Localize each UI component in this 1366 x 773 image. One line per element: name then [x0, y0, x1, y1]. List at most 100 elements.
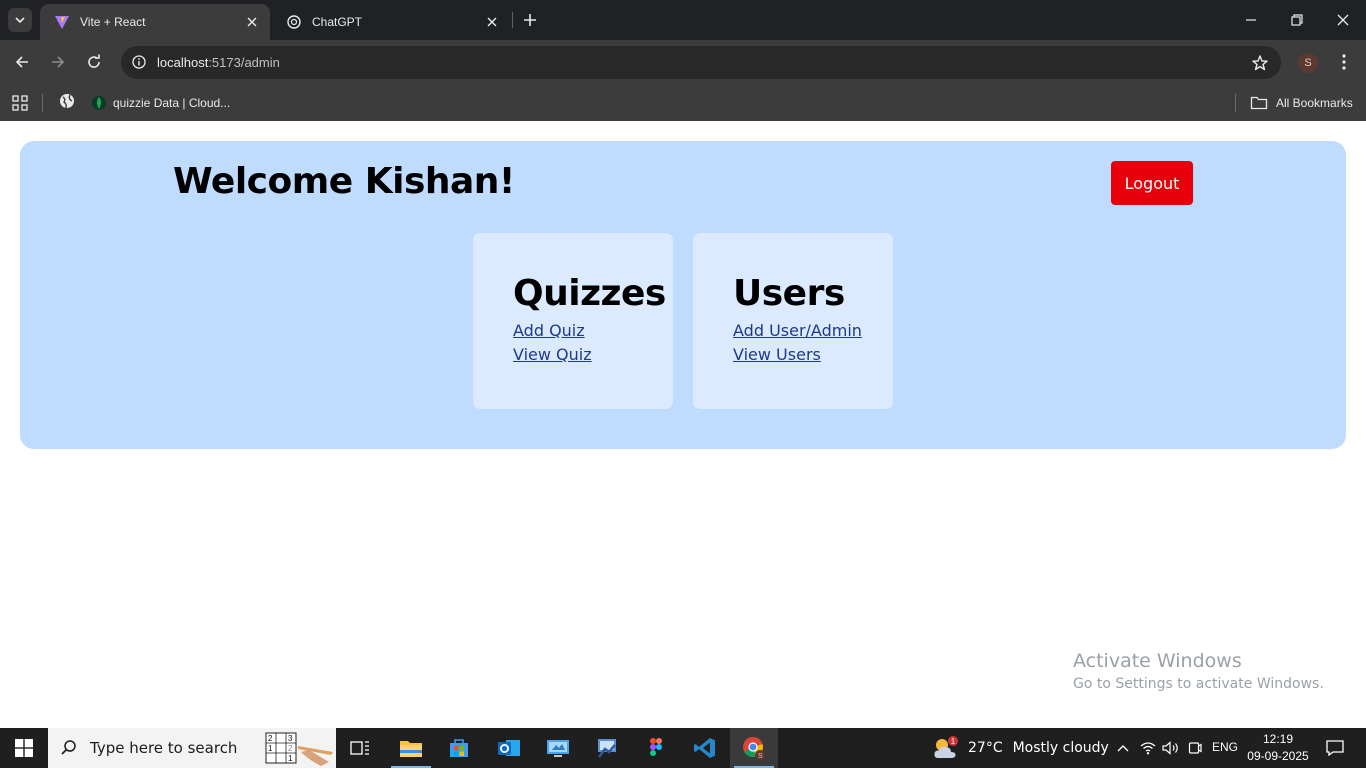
browser-toolbar: localhost:5173/admin S	[0, 40, 1366, 85]
new-tab-button[interactable]	[518, 8, 542, 32]
reload-button[interactable]	[80, 48, 108, 76]
logout-button[interactable]: Logout	[1111, 161, 1193, 205]
svg-text:1: 1	[268, 744, 273, 753]
show-hidden-icons-button[interactable]	[1113, 728, 1133, 768]
address-bar[interactable]: localhost:5173/admin	[121, 46, 1281, 79]
clock-date: 09-09-2025	[1247, 749, 1309, 763]
more-vertical-icon	[1342, 54, 1346, 70]
apps-grid-icon[interactable]	[11, 94, 29, 112]
chatgpt-logo-icon	[286, 14, 302, 30]
weather-widget[interactable]: 1 27°C Mostly cloudy	[932, 728, 1109, 768]
add-quiz-link[interactable]: Add Quiz	[513, 319, 673, 343]
chevron-up-icon	[1117, 745, 1129, 752]
figma-button[interactable]	[632, 728, 680, 768]
vite-logo-icon	[54, 14, 70, 30]
tab-search-button[interactable]	[8, 8, 32, 32]
volume-button[interactable]	[1160, 728, 1182, 768]
network-button[interactable]	[1138, 728, 1158, 768]
chrome-menu-button[interactable]	[1333, 50, 1355, 74]
admin-dashboard-panel: Welcome Kishan! Logout Quizzes Add Quiz …	[20, 141, 1346, 449]
add-user-admin-link[interactable]: Add User/Admin	[733, 319, 893, 343]
windows-taskbar: Type here to search 2 3 1 2 1 S 1 27°C M…	[0, 728, 1366, 768]
vscode-button[interactable]	[681, 728, 729, 768]
device-icon	[1188, 742, 1202, 754]
watermark-title: Activate Windows	[1073, 650, 1242, 672]
plus-icon	[524, 14, 536, 26]
svg-text:2: 2	[288, 744, 293, 753]
tab-title: Vite + React	[80, 15, 146, 29]
reload-icon	[88, 54, 100, 68]
bookmark-quizzie-data[interactable]: quizzie Data | Cloud...	[88, 89, 234, 117]
close-icon[interactable]	[484, 14, 500, 30]
speaker-icon	[1162, 741, 1178, 755]
card-title: Quizzes	[513, 273, 666, 314]
bookmark-star-icon[interactable]	[1251, 54, 1269, 72]
minimize-button[interactable]	[1228, 0, 1274, 40]
minimize-icon	[1246, 19, 1256, 21]
bookmark-label: quizzie Data | Cloud...	[113, 96, 231, 110]
close-window-button[interactable]	[1320, 0, 1366, 40]
sudoku-search-highlight-icon: 2 3 1 2 1	[265, 732, 333, 766]
meet-now-button[interactable]	[1185, 728, 1205, 768]
profile-avatar[interactable]: S	[1298, 53, 1318, 73]
svg-text:3: 3	[288, 734, 293, 743]
control-panel-icon	[598, 739, 616, 758]
search-placeholder: Type here to search	[90, 739, 238, 757]
weather-temperature: 27°C	[968, 740, 1003, 756]
close-icon	[1337, 14, 1349, 26]
search-icon	[61, 740, 76, 755]
chrome-icon: S	[743, 737, 765, 760]
svg-text:S: S	[758, 753, 763, 760]
view-users-link[interactable]: View Users	[733, 343, 893, 367]
action-center-button[interactable]	[1320, 728, 1350, 768]
tab-chatgpt[interactable]: ChatGPT	[272, 4, 510, 40]
outlook-button[interactable]	[485, 728, 533, 768]
tab-vite-react[interactable]: Vite + React	[40, 4, 270, 40]
start-button[interactable]	[0, 728, 48, 768]
wifi-icon	[1140, 742, 1156, 755]
weather-badge: 1	[951, 737, 956, 746]
svg-text:1: 1	[288, 754, 293, 763]
close-icon[interactable]	[244, 14, 260, 30]
clock-time: 12:19	[1262, 732, 1294, 746]
bookmarks-divider	[1235, 94, 1236, 112]
browser-tab-strip: Vite + React ChatGPT	[0, 0, 1366, 40]
back-button[interactable]	[8, 48, 36, 76]
all-bookmarks-button[interactable]: All Bookmarks	[1250, 89, 1353, 117]
restore-button[interactable]	[1274, 0, 1320, 40]
chevron-down-icon	[15, 17, 25, 24]
site-info-icon[interactable]	[127, 50, 151, 74]
input-language-indicator[interactable]: ENG	[1212, 740, 1238, 754]
tab-separator	[512, 12, 513, 28]
svg-text:2: 2	[268, 734, 273, 743]
outlook-icon	[498, 740, 520, 756]
task-view-button[interactable]	[336, 728, 384, 768]
globe-icon[interactable]	[58, 92, 76, 110]
card-title: Users	[733, 273, 845, 314]
windows-logo-icon	[15, 739, 33, 757]
arrow-right-icon	[52, 56, 65, 68]
tab-title: ChatGPT	[312, 15, 363, 29]
folder-icon	[1250, 96, 1268, 110]
watermark-subtitle: Go to Settings to activate Windows.	[1073, 676, 1324, 692]
url-path: :5173/admin	[208, 55, 280, 70]
users-card: Users Add User/Admin View Users	[693, 233, 893, 409]
url-host: localhost	[157, 55, 209, 70]
remote-desktop-icon	[547, 740, 569, 757]
remote-desktop-button[interactable]	[534, 728, 582, 768]
forward-button[interactable]	[44, 48, 72, 76]
weather-condition: Mostly cloudy	[1012, 740, 1109, 756]
file-explorer-button[interactable]	[387, 728, 435, 768]
url-text: localhost:5173/admin	[157, 55, 280, 70]
microsoft-store-button[interactable]	[435, 728, 483, 768]
view-quiz-link[interactable]: View Quiz	[513, 343, 673, 367]
restore-icon	[1291, 14, 1303, 26]
mongodb-leaf-icon	[92, 96, 106, 110]
welcome-heading: Welcome Kishan!	[173, 161, 515, 202]
cloudy-weather-icon: 1	[934, 736, 958, 758]
chrome-button[interactable]: S	[730, 728, 778, 768]
control-panel-button[interactable]	[583, 728, 631, 768]
activate-windows-watermark: Activate Windows Go to Settings to activ…	[1073, 650, 1324, 692]
all-bookmarks-label: All Bookmarks	[1276, 96, 1353, 110]
taskbar-clock[interactable]: 12:19 09-09-2025	[1244, 731, 1312, 765]
